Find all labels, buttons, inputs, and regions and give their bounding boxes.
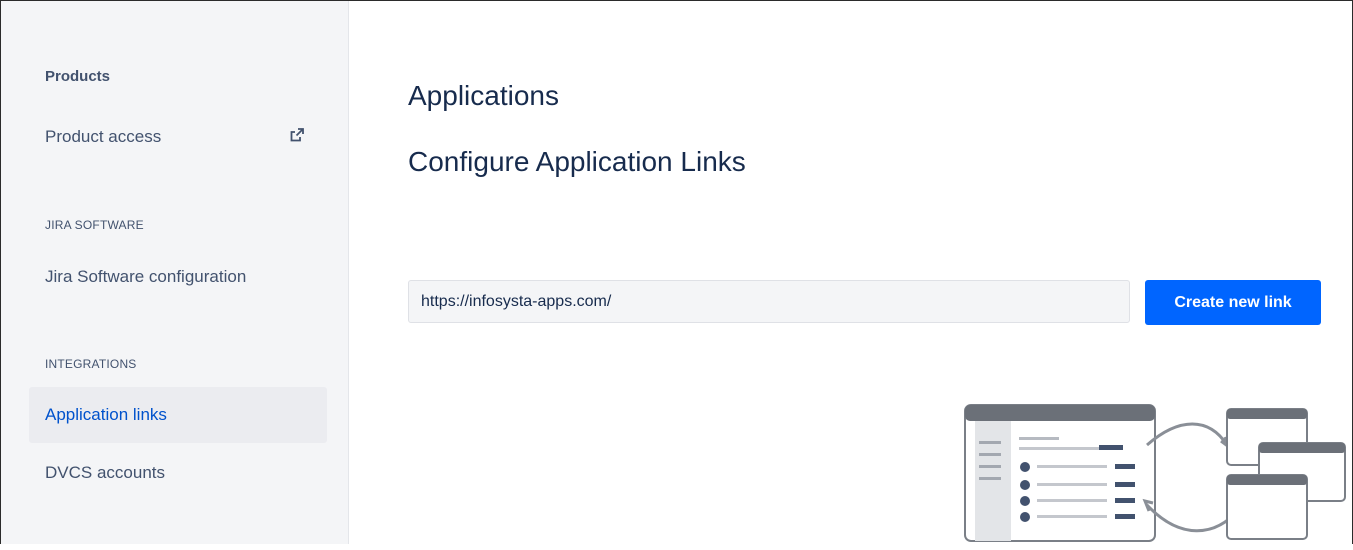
external-link-icon bbox=[289, 127, 305, 143]
page-subtitle: Configure Application Links bbox=[408, 146, 746, 177]
sidebar-section-jira-software: JIRA SOFTWARE bbox=[45, 218, 144, 232]
sidebar-item-label: Jira Software configuration bbox=[45, 267, 247, 286]
sidebar-heading-products: Products bbox=[45, 68, 111, 85]
sidebar-item-label: Product access bbox=[45, 127, 162, 146]
application-links-illustration bbox=[959, 397, 1351, 545]
sidebar-item-jira-software-configuration[interactable]: Jira Software configuration bbox=[29, 249, 327, 305]
sidebar-item-product-access[interactable]: Product access bbox=[29, 109, 327, 165]
sidebar-item-label: DVCS accounts bbox=[45, 463, 165, 482]
main-content: Applications Configure Application Links… bbox=[349, 1, 1352, 544]
sidebar: Products Product access JIRA SOFTWARE Ji… bbox=[1, 1, 349, 544]
sidebar-item-application-links[interactable]: Application links bbox=[29, 387, 327, 443]
sidebar-section-integrations: INTEGRATIONS bbox=[45, 357, 137, 371]
sidebar-item-dvcs-accounts[interactable]: DVCS accounts bbox=[29, 445, 327, 501]
page-title: Applications bbox=[408, 80, 559, 111]
create-new-link-button[interactable]: Create new link bbox=[1145, 280, 1321, 325]
application-url-input[interactable] bbox=[408, 280, 1130, 323]
sidebar-item-label: Application links bbox=[45, 405, 167, 424]
app-frame: Products Product access JIRA SOFTWARE Ji… bbox=[0, 0, 1353, 544]
